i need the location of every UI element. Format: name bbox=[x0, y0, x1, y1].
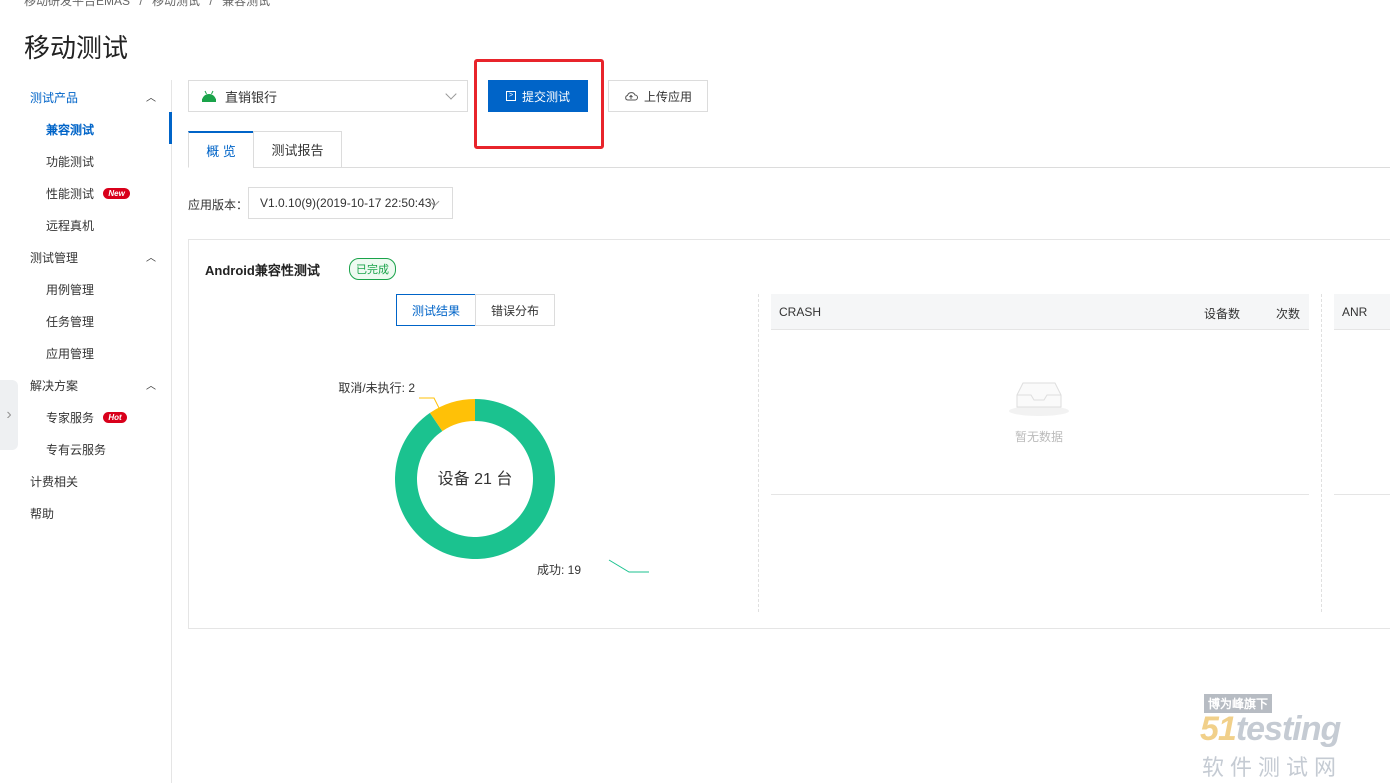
sidebar-item-remote-device[interactable]: 远程真机 bbox=[46, 217, 94, 234]
panel-divider bbox=[758, 294, 759, 612]
new-badge: New bbox=[103, 188, 130, 199]
sidebar-item-label: 帮助 bbox=[30, 507, 55, 521]
breadcrumb-item: 兼容测试 bbox=[222, 0, 271, 8]
sidebar-item-label: 兼容测试 bbox=[46, 123, 95, 137]
watermark-logo: 博为峰旗下 51testing 软件测试网 bbox=[1200, 694, 1380, 780]
seg-test-result[interactable]: 测试结果 bbox=[396, 294, 476, 326]
donut-center-label: 设备 21 台 bbox=[438, 470, 513, 488]
sidebar-item-label: 计费相关 bbox=[30, 475, 79, 489]
chevron-down-icon bbox=[445, 88, 457, 100]
sidebar-item-function-test[interactable]: 功能测试 bbox=[46, 153, 94, 170]
sidebar-item-perf-test[interactable]: 性能测试 New bbox=[46, 185, 130, 202]
tab-bar: 概 览 测试报告 bbox=[188, 131, 1390, 168]
sidebar-item-compat-test[interactable]: 兼容测试 bbox=[46, 121, 94, 138]
chevron-up-icon: ︿ bbox=[146, 381, 156, 392]
page-title: 移动测试 bbox=[24, 33, 129, 63]
app-select[interactable]: 直销银行 bbox=[188, 80, 468, 112]
version-label: 应用版本： bbox=[188, 198, 249, 212]
watermark-brand: 51testing bbox=[1200, 710, 1341, 749]
empty-inbox-icon bbox=[1009, 382, 1069, 416]
label-line-success bbox=[608, 559, 649, 573]
sidebar-item-label: 专家服务 bbox=[46, 411, 95, 425]
breadcrumb-sep: / bbox=[139, 0, 143, 8]
anr-table-body bbox=[1334, 330, 1390, 495]
tab-label: 概 览 bbox=[206, 143, 236, 159]
chevron-right-icon: › bbox=[6, 406, 12, 423]
slice-label-cancel: 取消/未执行: 2 bbox=[338, 381, 415, 395]
tab-label: 测试报告 bbox=[271, 143, 324, 158]
sidebar-item-label: 应用管理 bbox=[46, 347, 95, 361]
upload-app-label: 上传应用 bbox=[643, 89, 692, 104]
sidebar-group-label: 测试管理 bbox=[30, 251, 79, 265]
device-donut-chart: 取消/未执行: 2 成功: 19 设备 21 台 bbox=[338, 381, 649, 577]
cloud-upload-icon bbox=[625, 92, 638, 101]
tab-overview[interactable]: 概 览 bbox=[188, 131, 254, 168]
crash-title: CRASH bbox=[779, 305, 822, 319]
col-times: 次数 bbox=[1276, 307, 1301, 321]
sidebar-item-case-mgmt[interactable]: 用例管理 bbox=[46, 281, 94, 298]
sidebar-item-private-cloud[interactable]: 专有云服务 bbox=[46, 441, 106, 458]
chevron-up-icon: ︿ bbox=[146, 93, 156, 104]
sidebar-group-test-mgmt[interactable]: 测试管理 ︿ bbox=[30, 249, 156, 266]
sidebar-item-task-mgmt[interactable]: 任务管理 bbox=[46, 313, 94, 330]
seg-error-distribution[interactable]: 错误分布 bbox=[475, 294, 555, 326]
seg-label: 错误分布 bbox=[490, 303, 539, 318]
breadcrumb: 移动研发平台EMAS / 移动测试 / 兼容测试 bbox=[24, 0, 276, 9]
sidebar-item-label: 用例管理 bbox=[46, 283, 95, 297]
breadcrumb-item[interactable]: 移动研发平台EMAS bbox=[24, 0, 130, 8]
anr-table-header: ANR bbox=[1334, 294, 1390, 330]
panel-title: Android兼容性测试 bbox=[205, 263, 320, 278]
sidebar-item-label: 专有云服务 bbox=[46, 443, 107, 457]
submit-test-button[interactable]: > 提交测试 bbox=[488, 80, 588, 112]
sidebar-item-label: 功能测试 bbox=[46, 155, 95, 169]
sidebar-group-label: 测试产品 bbox=[30, 91, 79, 105]
submit-test-label: 提交测试 bbox=[521, 89, 570, 104]
panel-divider bbox=[1321, 294, 1322, 612]
version-value: V1.0.10(9)(2019-10-17 22:50:43) bbox=[260, 196, 436, 210]
sidebar-group-test-products[interactable]: 测试产品 ︿ bbox=[30, 89, 156, 106]
upload-app-button[interactable]: 上传应用 bbox=[608, 80, 708, 112]
sidebar-item-expert-service[interactable]: 专家服务 Hot bbox=[46, 409, 127, 426]
sidebar: 测试产品 ︿ 兼容测试 功能测试 性能测试 New 远程真机 测试管理 ︿ 用例… bbox=[0, 80, 172, 783]
sidebar-group-label: 解决方案 bbox=[30, 379, 79, 393]
sidebar-item-help[interactable]: 帮助 bbox=[30, 505, 156, 522]
breadcrumb-item[interactable]: 移动测试 bbox=[152, 0, 200, 8]
sidebar-item-app-mgmt[interactable]: 应用管理 bbox=[46, 345, 94, 362]
watermark-num: 51 bbox=[1200, 710, 1237, 748]
sidebar-item-billing[interactable]: 计费相关 bbox=[30, 473, 156, 490]
result-panel: Android兼容性测试 已完成 测试结果 错误分布 取消/未执行: 2 成功:… bbox=[188, 239, 1390, 629]
terminal-icon: > bbox=[505, 91, 516, 101]
seg-label: 测试结果 bbox=[411, 303, 460, 318]
app-select-value: 直销银行 bbox=[225, 89, 278, 105]
sidebar-group-solutions[interactable]: 解决方案 ︿ bbox=[30, 377, 156, 394]
sidebar-item-label: 任务管理 bbox=[46, 315, 95, 329]
hot-badge: Hot bbox=[103, 412, 127, 423]
watermark-text: testing bbox=[1235, 710, 1341, 748]
android-icon bbox=[202, 90, 216, 102]
version-select[interactable]: V1.0.10(9)(2019-10-17 22:50:43) bbox=[248, 187, 453, 219]
status-badge: 已完成 bbox=[349, 258, 396, 280]
crash-table-body: 暂无数据 bbox=[771, 330, 1309, 495]
crash-table-header: CRASH 设备数 次数 bbox=[771, 294, 1309, 330]
empty-text: 暂无数据 bbox=[1015, 430, 1064, 444]
slice-label-success: 成功: 19 bbox=[537, 563, 581, 577]
anr-title: ANR bbox=[1342, 305, 1368, 319]
chevron-up-icon: ︿ bbox=[146, 253, 156, 264]
sidebar-collapse-handle[interactable]: › bbox=[0, 380, 18, 450]
sidebar-item-label: 远程真机 bbox=[46, 219, 95, 233]
col-device-count: 设备数 bbox=[1204, 307, 1241, 321]
active-indicator bbox=[169, 112, 172, 144]
breadcrumb-sep: / bbox=[209, 0, 213, 8]
watermark-sub: 软件测试网 bbox=[1202, 755, 1343, 780]
tab-test-report[interactable]: 测试报告 bbox=[253, 131, 342, 168]
sidebar-item-label: 性能测试 bbox=[46, 187, 95, 201]
